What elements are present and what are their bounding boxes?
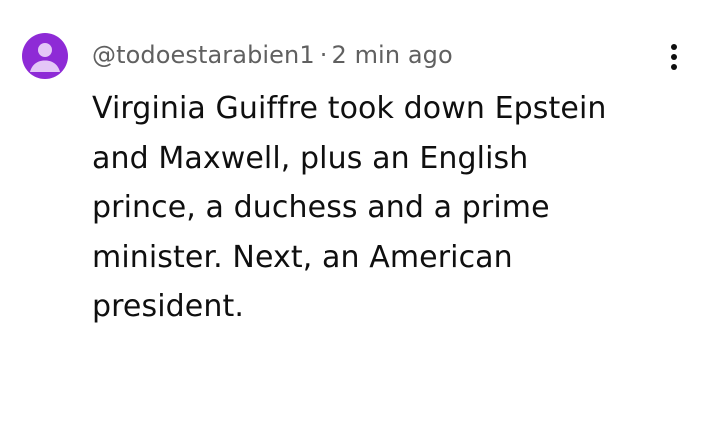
separator-dot: ·	[319, 41, 328, 69]
avatar[interactable]	[22, 33, 68, 79]
timestamp[interactable]: 2 min ago	[331, 41, 452, 69]
author-name[interactable]: @todoestarabien1	[92, 41, 315, 69]
comment-header: @todoestarabien1 · 2 min ago	[92, 38, 453, 72]
comment-text-line: minister. Next, an American	[92, 239, 513, 275]
comment-text-line: Virginia Guiffre took down Epstein	[92, 91, 607, 126]
comment-text-line: prince, a duchess and a prime	[92, 190, 550, 225]
more-options-button[interactable]	[662, 40, 686, 74]
comment-text-line: and Maxwell, plus an English	[92, 140, 529, 176]
comment: @todoestarabien1 · 2 min ago Virginia Guif…	[0, 0, 720, 444]
more-vert-icon	[671, 44, 677, 70]
default-user-icon	[30, 43, 60, 72]
comment-text-line: president.	[92, 289, 244, 324]
comment-text: Virginia Guiffre took down Epstein and M…	[92, 84, 692, 332]
